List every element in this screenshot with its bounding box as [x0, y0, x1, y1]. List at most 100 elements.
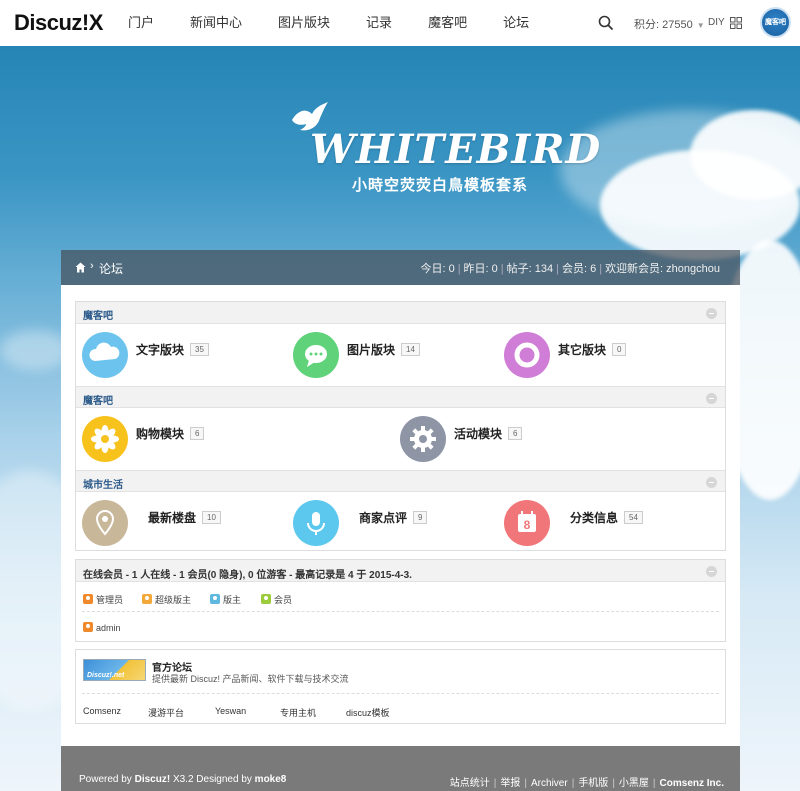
- forum-item-text[interactable]: 文字版块 35: [76, 324, 287, 386]
- friend-links-panel: Discuz!.net 官方论坛 提供最新 Discuz! 产品新闻、软件下载与…: [75, 649, 726, 724]
- forum-name[interactable]: 其它版块: [558, 341, 606, 358]
- footer-links: 站点统计 | 举报 | Archiver | 手机版 | 小黑屋 | Comsenz Inc.: [449, 778, 724, 789]
- category-title[interactable]: 城市生活: [83, 476, 123, 491]
- legend-super-moderator: 超级版主: [142, 593, 191, 605]
- collapse-icon[interactable]: [706, 393, 717, 404]
- forum-item-pictures[interactable]: 图片版块 14: [287, 324, 498, 386]
- forum-item-events[interactable]: 活动模块 6: [394, 408, 712, 470]
- friend-link[interactable]: Comsenz: [83, 706, 121, 716]
- friend-link[interactable]: 专用主机: [280, 706, 316, 719]
- forum-count-badge: 14: [401, 343, 420, 356]
- chevron-down-icon: ▼: [696, 21, 705, 30]
- stat-posts: 帖子: 134: [506, 263, 554, 275]
- grid-icon[interactable]: [730, 17, 742, 29]
- site-logo[interactable]: Discuz!X: [14, 10, 103, 36]
- online-user-name[interactable]: admin: [96, 623, 121, 633]
- cloud-decoration: [0, 330, 70, 370]
- company-link[interactable]: Comsenz Inc.: [660, 778, 724, 789]
- forum-name[interactable]: 文字版块: [136, 341, 184, 358]
- main-nav: 门户 新闻中心 图片版块 记录 魔客吧 论坛: [128, 0, 565, 46]
- powered-by-label: Powered by: [79, 774, 132, 785]
- forum-item-classifieds[interactable]: 8 分类信息 54: [498, 492, 709, 554]
- user-icon: [142, 594, 152, 604]
- divider: [82, 693, 719, 694]
- legend-admin: 管理员: [83, 593, 123, 605]
- forum-name[interactable]: 购物模块: [136, 425, 184, 442]
- forum-item-real-estate[interactable]: 最新楼盘 10: [76, 492, 287, 554]
- cloud-icon: [82, 332, 128, 378]
- category-title[interactable]: 魔客吧: [83, 307, 113, 322]
- forum-item-shopping[interactable]: 购物模块 6: [76, 408, 394, 470]
- online-summary[interactable]: 在线会员 - 1 人在线 - 1 会员(0 隐身), 0 位游客 - 最高记录是…: [83, 566, 412, 581]
- nav-item-news[interactable]: 新闻中心: [190, 0, 242, 46]
- footer-link-archiver[interactable]: Archiver: [531, 778, 568, 789]
- friend-link[interactable]: Yeswan: [215, 706, 246, 716]
- gear-icon: [400, 416, 446, 462]
- breadcrumb-current[interactable]: 论坛: [99, 260, 123, 277]
- nav-item-forum[interactable]: 论坛: [503, 0, 529, 46]
- online-members-panel: 在线会员 - 1 人在线 - 1 会员(0 隐身), 0 位游客 - 最高记录是…: [75, 559, 726, 642]
- category-list: 魔客吧 文字版块 35 图片版块 14 其它版块 0 魔客吧 购物模块 6 活动…: [75, 301, 726, 551]
- collapse-icon[interactable]: [706, 308, 717, 319]
- stat-today: 今日: 0: [420, 263, 455, 275]
- category-title[interactable]: 魔客吧: [83, 392, 113, 407]
- category-header: 魔客吧: [76, 386, 725, 408]
- footer-link-report[interactable]: 举报: [500, 778, 520, 789]
- forum-row: 最新楼盘 10 商家点评 9 8 分类信息 54: [76, 492, 725, 554]
- forum-count-badge: 6: [190, 427, 205, 440]
- footer-link-stats[interactable]: 站点统计: [450, 778, 490, 789]
- product-link[interactable]: Discuz!: [135, 774, 171, 785]
- forum-item-reviews[interactable]: 商家点评 9: [287, 492, 498, 554]
- forum-stats: 今日: 0 | 昨日: 0 | 帖子: 134 | 会员: 6 | 欢迎新会员: zhongch…: [420, 263, 720, 275]
- user-icon: [83, 622, 93, 632]
- breadcrumb: › 论坛 今日: 0 | 昨日: 0 | 帖子: 134 | 会员: 6 | 欢迎新会员: zh…: [61, 250, 740, 285]
- forum-count-badge: 54: [624, 511, 643, 524]
- online-header: 在线会员 - 1 人在线 - 1 会员(0 隐身), 0 位游客 - 最高记录是…: [76, 560, 725, 582]
- discuz-logo-text: Discuz!.net: [87, 672, 125, 679]
- chat-bubble-icon: [293, 332, 339, 378]
- version-label: X3.2 Designed by: [172, 774, 252, 785]
- nav-item-records[interactable]: 记录: [366, 0, 392, 46]
- discuz-logo[interactable]: Discuz!.net: [83, 659, 146, 681]
- legend-label: 超级版主: [155, 595, 192, 605]
- search-icon[interactable]: [598, 15, 614, 31]
- user-icon: [210, 594, 220, 604]
- microphone-icon: [293, 500, 339, 546]
- footer-link-mobile[interactable]: 手机版: [578, 778, 608, 789]
- category-header: 城市生活: [76, 470, 725, 492]
- online-user[interactable]: admin: [83, 622, 121, 634]
- diy-button[interactable]: DIY: [708, 17, 725, 28]
- forum-name[interactable]: 商家点评: [359, 509, 407, 526]
- stat-members: 会员: 6: [561, 263, 597, 275]
- user-avatar[interactable]: 魔客吧: [760, 7, 791, 38]
- forum-name[interactable]: 分类信息: [570, 509, 618, 526]
- forum-name[interactable]: 活动模块: [454, 425, 502, 442]
- flower-icon: [82, 416, 128, 462]
- collapse-icon[interactable]: [706, 566, 717, 577]
- collapse-icon[interactable]: [706, 477, 717, 488]
- forum-count-badge: 35: [190, 343, 209, 356]
- calendar-icon: 8: [504, 500, 550, 546]
- banner-title: WHITEBIRD: [310, 126, 602, 173]
- credits-value: 积分: 27550: [634, 19, 693, 31]
- official-forum-desc: 提供最新 Discuz! 产品新闻、软件下载与技术交流: [152, 674, 349, 684]
- nav-item-moke8[interactable]: 魔客吧: [428, 0, 467, 46]
- forum-main-panel: 魔客吧 文字版块 35 图片版块 14 其它版块 0 魔客吧 购物模块 6 活动…: [61, 285, 740, 746]
- home-icon[interactable]: [75, 262, 86, 273]
- friend-link[interactable]: discuz模板: [346, 706, 390, 719]
- legend-member: 会员: [261, 593, 292, 605]
- banner-subtitle: 小時空荧荧白鳥模板套系: [352, 177, 529, 194]
- nav-item-portal[interactable]: 门户: [128, 0, 154, 46]
- forum-name[interactable]: 最新楼盘: [148, 509, 196, 526]
- designer-link[interactable]: moke8: [255, 774, 287, 785]
- forum-name[interactable]: 图片版块: [347, 341, 395, 358]
- forum-item-other[interactable]: 其它版块 0: [498, 324, 709, 386]
- ring-icon: [504, 332, 550, 378]
- legend-label: 管理员: [96, 595, 124, 605]
- stat-newest-member[interactable]: 欢迎新会员: zhongchou: [605, 263, 720, 275]
- friend-link[interactable]: 漫游平台: [148, 706, 184, 719]
- nav-item-pictures[interactable]: 图片版块: [278, 0, 330, 46]
- footer-link-blacklist[interactable]: 小黑屋: [619, 778, 649, 789]
- user-icon: [83, 594, 93, 604]
- credits-menu[interactable]: 积分: 27550 ▼: [634, 16, 705, 32]
